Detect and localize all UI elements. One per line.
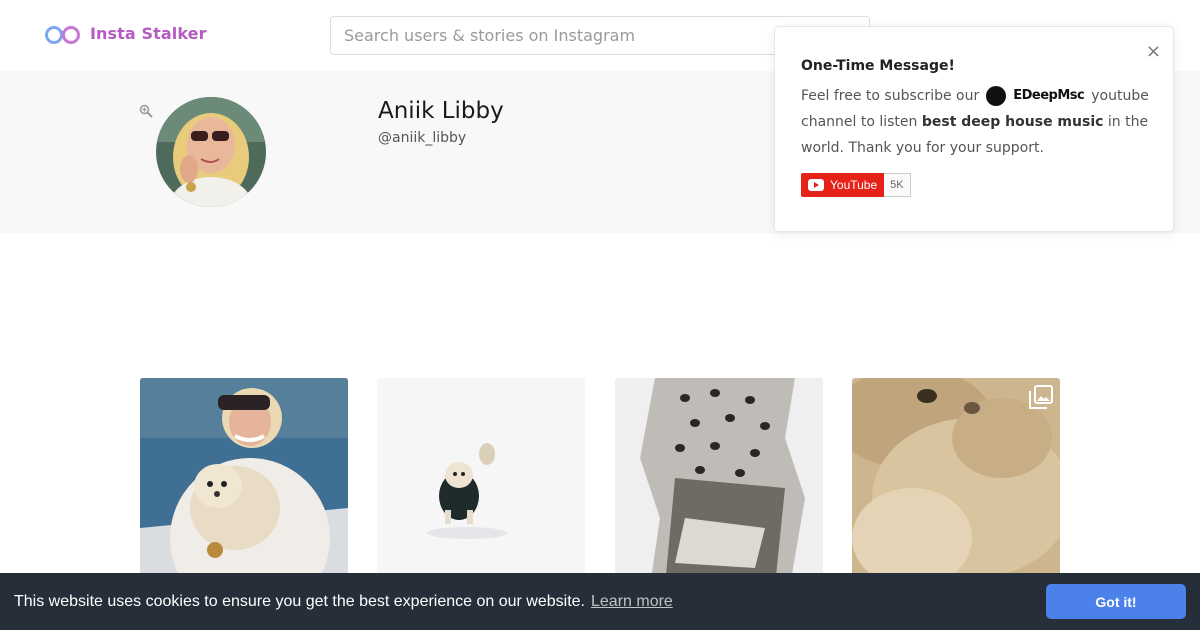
zoom-in-icon[interactable] <box>139 104 153 118</box>
post-thumbnail[interactable] <box>377 378 585 586</box>
glasses-icon <box>45 26 80 44</box>
cookie-message-row: This website uses cookies to ensure you … <box>14 593 673 611</box>
popup-title: One-Time Message! <box>801 58 955 74</box>
channel-name: EDeepMsc <box>1013 88 1085 103</box>
channel-avatar-icon <box>986 86 1007 106</box>
youtube-label: YouTube <box>830 178 878 192</box>
site-logo[interactable]: Insta Stalker <box>44 22 207 44</box>
popup-bold-text: best deep house music <box>921 114 1104 130</box>
cookie-consent-bar: This website uses cookies to ensure you … <box>0 573 1200 630</box>
post-thumbnail[interactable] <box>615 378 823 586</box>
one-time-message-popup: × One-Time Message! Feel free to subscri… <box>774 26 1174 232</box>
learn-more-link[interactable]: Learn more <box>591 593 673 610</box>
cookie-accept-button[interactable]: Got it! <box>1046 584 1186 619</box>
gallery-icon <box>1029 385 1053 409</box>
youtube-subscribe-button[interactable]: YouTube <box>801 173 885 197</box>
profile-username: @aniik_libby <box>378 130 467 146</box>
youtube-play-icon <box>808 179 824 191</box>
youtube-subscribe: YouTube 5K <box>801 173 911 197</box>
profile-avatar[interactable] <box>156 97 266 207</box>
subscriber-count: 5K <box>884 173 911 197</box>
post-thumbnail[interactable] <box>852 378 1060 586</box>
channel-logo[interactable]: EDeepMsc <box>986 83 1085 109</box>
close-icon[interactable]: × <box>1146 43 1161 61</box>
popup-message: Feel free to subscribe our EDeepMsc youtub… <box>801 83 1151 161</box>
profile-full-name: Aniik Libby <box>378 98 504 124</box>
cookie-message: This website uses cookies to ensure you … <box>14 593 585 610</box>
post-thumbnail[interactable] <box>140 378 348 586</box>
logo-text: Insta Stalker <box>90 23 207 43</box>
popup-text-before: Feel free to subscribe our <box>801 88 980 104</box>
